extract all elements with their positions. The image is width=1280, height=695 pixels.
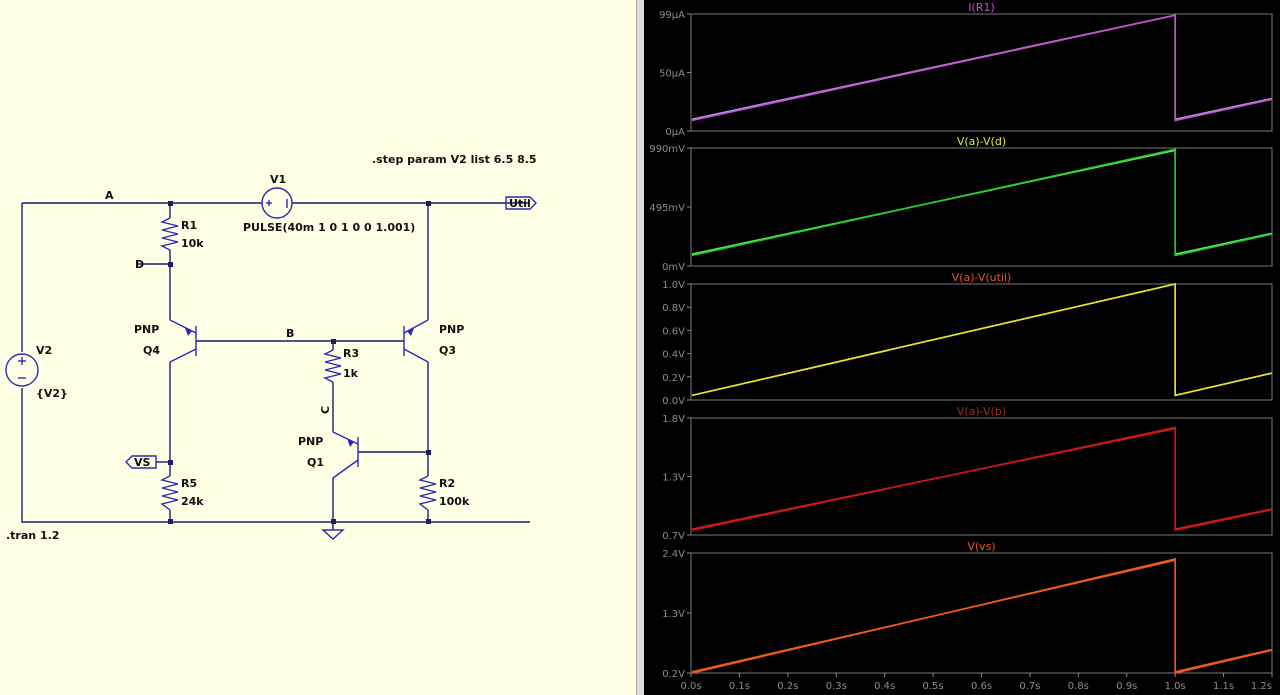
pane-frame[interactable]	[690, 147, 1273, 267]
y-tick-label: 50µA	[659, 69, 685, 80]
node-label-c: C	[319, 406, 332, 414]
trace-title[interactable]: V(a)-V(util)	[952, 271, 1012, 284]
r3-resistor[interactable]	[322, 349, 342, 383]
y-tick-label: 1.3V	[662, 609, 685, 620]
y-tick-label: 0.2V	[662, 373, 685, 384]
x-tick-label: 0.3s	[826, 681, 847, 692]
waveform-viewer[interactable]: I(R1) 99µA 50µA 0µA V(a)-V(d) 990mV 495mV 0mV V(…	[644, 0, 1280, 695]
trace-line[interactable]	[691, 149, 1273, 256]
pane-frame[interactable]	[690, 13, 1273, 132]
x-tick-label: 0.4s	[874, 681, 895, 692]
v1-value: PULSE(40m 1 0 1 0 0 1.001)	[243, 221, 415, 234]
schematic-canvas[interactable]: .step param V2 list 6.5 8.5 .tran 1.2 A …	[0, 0, 636, 695]
y-tick-label: 0.0V	[662, 396, 685, 407]
x-tick-label: 0.9s	[1116, 681, 1137, 692]
step-directive[interactable]: .step param V2 list 6.5 8.5	[372, 153, 537, 166]
q3-name: Q3	[439, 344, 456, 357]
vs-port-label: VS	[134, 456, 151, 469]
y-tick-label: 990mV	[649, 144, 685, 155]
y-tick-label: 0mV	[662, 262, 685, 273]
q4-transistor[interactable]	[169, 319, 197, 363]
r1-resistor[interactable]	[159, 217, 179, 251]
schematic-editor[interactable]: .step param V2 list 6.5 8.5 .tran 1.2 A …	[0, 0, 637, 695]
trace-line[interactable]	[691, 14, 1273, 121]
r5-value: 24k	[181, 495, 204, 508]
trace-line[interactable]	[691, 559, 1273, 673]
x-tick-label: 0.8s	[1068, 681, 1089, 692]
q1-name: Q1	[307, 456, 324, 469]
r2-name: R2	[439, 477, 455, 490]
q4-name: Q4	[143, 344, 160, 357]
r1-value: 10k	[181, 237, 204, 250]
y-tick-label: 99µA	[659, 10, 685, 21]
v2-name: V2	[36, 344, 52, 357]
trace-line[interactable]	[691, 426, 1273, 532]
v1-name: V1	[270, 173, 286, 186]
pane-frame[interactable]	[690, 417, 1273, 536]
r2-resistor[interactable]	[417, 475, 437, 511]
x-tick-label: 0.1s	[729, 681, 750, 692]
v2-source[interactable]	[5, 353, 39, 387]
trace-title[interactable]: V(a)-V(d)	[957, 135, 1006, 148]
y-tick-label: 0µA	[665, 127, 685, 138]
trace-line[interactable]	[691, 282, 1273, 397]
tran-directive[interactable]: .tran 1.2	[6, 529, 59, 542]
trace-line[interactable]	[691, 282, 1273, 397]
q1-transistor[interactable]	[332, 431, 359, 479]
trace-line[interactable]	[691, 557, 1273, 675]
y-tick-label: 1.0V	[662, 280, 685, 291]
q1-model: PNP	[298, 435, 323, 448]
y-tick-label: 0.2V	[662, 669, 685, 680]
q3-transistor[interactable]	[403, 319, 429, 363]
trace-title[interactable]: V(vs)	[967, 540, 995, 553]
trace-line[interactable]	[691, 148, 1273, 257]
r3-value: 1k	[343, 367, 359, 380]
y-tick-label: 1.3V	[662, 473, 685, 484]
y-tick-label: 2.4V	[662, 549, 685, 560]
ground-symbol	[321, 522, 345, 540]
q3-model: PNP	[439, 323, 464, 336]
x-tick-label: 1.1s	[1213, 681, 1234, 692]
y-tick-label: 0.7V	[662, 531, 685, 542]
x-tick-label: 1.2s	[1251, 681, 1272, 692]
trace-title[interactable]: I(R1)	[968, 1, 994, 14]
r3-name: R3	[343, 347, 359, 360]
pane-frame[interactable]	[690, 283, 1273, 401]
x-tick-label: 0.5s	[923, 681, 944, 692]
trace-line[interactable]	[691, 427, 1273, 531]
y-tick-label: 0.6V	[662, 326, 685, 337]
x-tick-label: 0.0s	[680, 681, 701, 692]
node-label-a: A	[105, 189, 114, 202]
node-label-d: D	[135, 258, 144, 271]
x-tick-label: 0.2s	[777, 681, 798, 692]
q4-model: PNP	[134, 323, 159, 336]
r5-resistor[interactable]	[159, 475, 179, 511]
x-tick-label: 1.0s	[1165, 681, 1186, 692]
r2-value: 100k	[439, 495, 470, 508]
node-label-b: B	[286, 327, 294, 340]
util-port-label: Util	[509, 197, 531, 210]
r5-name: R5	[181, 477, 197, 490]
junctions	[168, 201, 431, 524]
y-tick-label: 0.8V	[662, 303, 685, 314]
y-tick-label: 0.4V	[662, 350, 685, 361]
waveform-plot[interactable]: I(R1) 99µA 50µA 0µA V(a)-V(d) 990mV 495mV 0mV V(…	[644, 0, 1280, 695]
pane-frame[interactable]	[690, 552, 1273, 674]
x-tick-label: 0.6s	[971, 681, 992, 692]
y-tick-label: 1.8V	[662, 414, 685, 425]
trace-line[interactable]	[691, 14, 1273, 122]
trace-title[interactable]: V(a)-V(b)	[957, 405, 1006, 418]
v2-value: {V2}	[36, 387, 68, 400]
wires	[21, 202, 530, 523]
y-tick-label: 495mV	[649, 203, 685, 214]
v1-source[interactable]	[261, 187, 293, 219]
r1-name: R1	[181, 219, 197, 232]
x-tick-label: 0.7s	[1019, 681, 1040, 692]
